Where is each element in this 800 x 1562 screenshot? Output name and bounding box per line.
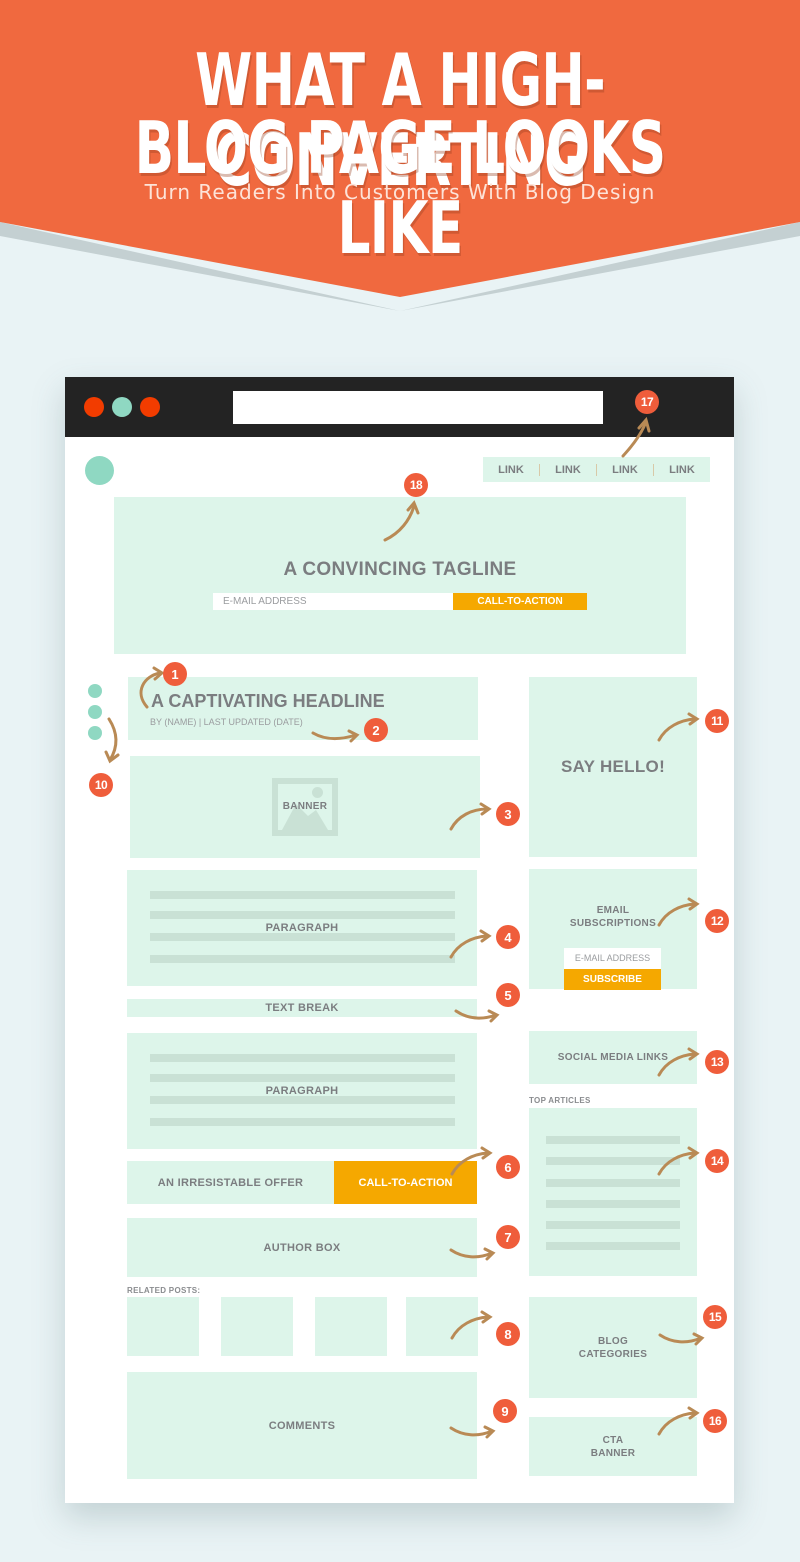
offer-cta-button[interactable]: CALL-TO-ACTION	[334, 1161, 477, 1204]
share-dot-icon[interactable]	[88, 726, 102, 740]
hero-tagline: A CONVINCING TAGLINE	[283, 559, 517, 580]
annotation-badge-17: 17	[635, 390, 659, 414]
annotation-badge-4: 4	[496, 925, 520, 949]
offer-cta-label: CALL-TO-ACTION	[358, 1176, 453, 1189]
email-subscriptions-box: EMAIL SUBSCRIPTIONS E-MAIL ADDRESS SUBSC…	[529, 869, 697, 990]
social-media-links-box: SOCIAL MEDIA LINKS	[529, 1031, 697, 1084]
comments-box: COMMENTS	[127, 1372, 477, 1479]
article-link[interactable]	[546, 1200, 680, 1208]
text-break-box: TEXT BREAK	[127, 999, 477, 1017]
cta-banner-title-1: CTA	[602, 1434, 624, 1446]
browser-window: LINK LINK LINK LINK A CONVINCING TAGLINE…	[65, 377, 734, 1503]
hero-cta-button[interactable]: CALL-TO-ACTION	[453, 593, 587, 610]
blog-categories-title-2: CATEGORIES	[578, 1348, 648, 1360]
share-dot-icon[interactable]	[88, 705, 102, 719]
post-headline: A CAPTIVATING HEADLINE	[151, 691, 385, 711]
nav-link[interactable]: LINK	[483, 464, 539, 476]
annotation-badge-9: 9	[493, 1399, 517, 1423]
nav-link[interactable]: LINK	[653, 463, 710, 476]
email-subscriptions-title-2: SUBSCRIPTIONS	[569, 918, 657, 929]
text-break-label: TEXT BREAK	[265, 1002, 339, 1014]
annotation-badge-6: 6	[496, 1155, 520, 1179]
nav-links: LINK LINK LINK LINK	[483, 457, 710, 482]
say-hello-box: SAY HELLO!	[529, 677, 697, 857]
related-posts-label: RELATED POSTS:	[127, 1286, 201, 1295]
annotation-badge-12: 12	[705, 909, 729, 933]
annotation-badge-1: 1	[163, 662, 187, 686]
top-articles-label: TOP ARTICLES	[529, 1096, 591, 1105]
top-articles-box	[529, 1108, 697, 1276]
article-link[interactable]	[546, 1136, 680, 1144]
window-dot-red-icon[interactable]	[140, 397, 160, 417]
nav-link[interactable]: LINK	[539, 463, 596, 476]
hero-email-input[interactable]: E-MAIL ADDRESS	[213, 593, 453, 610]
annotation-badge-10: 10	[89, 773, 113, 797]
paragraph-label: PARAGRAPH	[265, 922, 339, 934]
banner-box: BANNER	[130, 756, 480, 858]
paragraph-box: PARAGRAPH	[127, 1033, 477, 1149]
subscribe-button[interactable]: SUBSCRIBE	[564, 969, 661, 990]
social-media-links-label[interactable]: SOCIAL MEDIA LINKS	[558, 1052, 668, 1063]
annotation-badge-5: 5	[496, 983, 520, 1007]
related-post-thumb[interactable]	[315, 1297, 387, 1356]
paragraph-box: PARAGRAPH	[127, 870, 477, 986]
offer-box: AN IRRESISTABLE OFFER CALL-TO-ACTION	[127, 1161, 477, 1204]
article-link[interactable]	[546, 1221, 680, 1229]
hero-section: A CONVINCING TAGLINE E-MAIL ADDRESS CALL…	[114, 497, 686, 654]
cta-banner-title-2: BANNER	[590, 1447, 636, 1459]
annotation-badge-15: 15	[703, 1305, 727, 1329]
annotation-badge-14: 14	[705, 1149, 729, 1173]
window-dot-red-icon[interactable]	[84, 397, 104, 417]
article-link[interactable]	[546, 1179, 680, 1187]
annotation-badge-13: 13	[705, 1050, 729, 1074]
annotation-badge-8: 8	[496, 1322, 520, 1346]
share-dot-icon[interactable]	[88, 684, 102, 698]
annotation-badge-16: 16	[703, 1409, 727, 1433]
annotation-badge-18: 18	[404, 473, 428, 497]
browser-titlebar	[65, 377, 734, 437]
annotation-badge-7: 7	[496, 1225, 520, 1249]
banner-label: BANNER	[282, 801, 328, 812]
article-link[interactable]	[546, 1157, 680, 1165]
author-box-label: AUTHOR BOX	[263, 1241, 341, 1254]
nav-link[interactable]: LINK	[596, 463, 653, 476]
window-dot-teal-icon[interactable]	[112, 397, 132, 417]
logo-icon[interactable]	[85, 456, 114, 485]
related-post-thumb[interactable]	[221, 1297, 293, 1356]
annotation-badge-3: 3	[496, 802, 520, 826]
subscribe-email-input[interactable]: E-MAIL ADDRESS	[564, 948, 661, 969]
offer-label: AN IRRESISTABLE OFFER	[157, 1176, 304, 1189]
annotation-badge-2: 2	[364, 718, 388, 742]
blog-categories-box: BLOG CATEGORIES	[529, 1297, 697, 1398]
image-placeholder-icon: BANNER	[272, 778, 338, 836]
comments-label: COMMENTS	[268, 1419, 336, 1432]
related-post-thumb[interactable]	[127, 1297, 199, 1356]
say-hello-label: SAY HELLO!	[560, 757, 666, 776]
email-subscriptions-title-1: EMAIL	[596, 905, 630, 916]
post-byline: BY (NAME) | LAST UPDATED (DATE)	[150, 717, 303, 727]
related-post-thumb[interactable]	[406, 1297, 478, 1356]
annotation-badge-11: 11	[705, 709, 729, 733]
address-bar[interactable]	[233, 391, 603, 424]
cta-banner-box[interactable]: CTA BANNER	[529, 1417, 697, 1476]
blog-categories-title-1: BLOG	[597, 1335, 629, 1347]
author-box: AUTHOR BOX	[127, 1218, 477, 1277]
article-link[interactable]	[546, 1242, 680, 1250]
headline-box: A CAPTIVATING HEADLINE BY (NAME) | LAST …	[128, 677, 478, 740]
paragraph-label: PARAGRAPH	[265, 1085, 339, 1097]
page-subtitle: Turn Readers Into Customers With Blog De…	[144, 180, 656, 204]
